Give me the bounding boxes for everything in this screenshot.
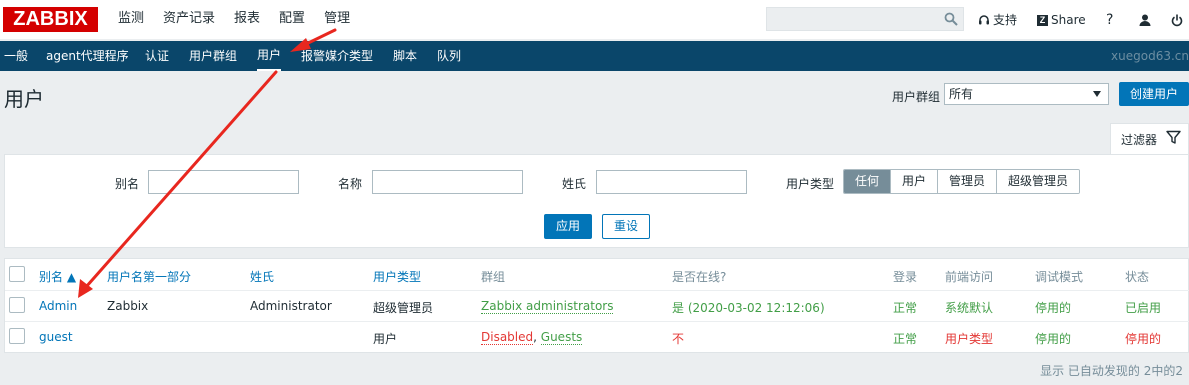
filter-tab-label: 过滤器 bbox=[1121, 133, 1158, 147]
user-type: 超级管理员 bbox=[373, 301, 434, 315]
group-link-disabled[interactable]: Disabled bbox=[481, 330, 534, 345]
sub-nav-item-queue[interactable]: 队列 bbox=[437, 41, 461, 71]
alias-input[interactable] bbox=[148, 170, 299, 194]
share-label: Share bbox=[1051, 13, 1086, 27]
debug-mode: 停用的 bbox=[1035, 301, 1072, 315]
select-all-checkbox[interactable] bbox=[9, 266, 25, 282]
surname-label: 姓氏 bbox=[562, 177, 587, 191]
frontend-access: 用户类型 bbox=[945, 332, 994, 346]
login-status: 正常 bbox=[893, 301, 918, 315]
main-nav-item-monitoring[interactable]: 监测 bbox=[112, 0, 150, 40]
logout-button[interactable] bbox=[1171, 0, 1183, 40]
column-header-surname[interactable]: 姓氏 bbox=[250, 268, 274, 285]
server-name: xuegod63.cn bbox=[1111, 49, 1189, 63]
login-status: 正常 bbox=[893, 332, 918, 346]
user-type-segmented-control: 任何 用户 管理员 超级管理员 bbox=[843, 169, 1081, 194]
user-type-label: 用户类型 bbox=[786, 177, 835, 191]
column-header-alias[interactable]: 别名 ▲ bbox=[39, 268, 76, 285]
power-icon bbox=[1171, 14, 1183, 26]
profile-button[interactable] bbox=[1139, 0, 1151, 40]
group-link[interactable]: Zabbix administrators bbox=[481, 299, 614, 314]
column-header-online: 是否在线? bbox=[672, 270, 727, 284]
group-link-guests[interactable]: Guests bbox=[540, 330, 583, 345]
frontend-access: 系统默认 bbox=[945, 301, 994, 315]
main-nav-item-inventory[interactable]: 资产记录 bbox=[157, 0, 221, 40]
name-label: 名称 bbox=[338, 177, 363, 191]
apply-button[interactable]: 应用 bbox=[544, 214, 592, 239]
table-footer-count: 显示 已自动发现的 2中的2 bbox=[1040, 364, 1183, 378]
user-group-select-value: 所有 bbox=[949, 87, 974, 101]
sub-nav: 一般 agent代理程序 认证 用户群组 用户 报警媒介类型 脚本 队列 xue… bbox=[0, 41, 1189, 71]
main-nav-item-configuration[interactable]: 配置 bbox=[273, 0, 311, 40]
online-status: 不 bbox=[672, 332, 685, 346]
row-checkbox[interactable] bbox=[9, 297, 25, 313]
filter-tab[interactable]: 过滤器 bbox=[1110, 123, 1189, 154]
support-link[interactable]: 支持 bbox=[978, 0, 1017, 40]
user-name: Zabbix bbox=[107, 299, 149, 313]
groups-cell: Disabled, Guests bbox=[481, 330, 583, 345]
user-type-option-user[interactable]: 用户 bbox=[890, 170, 938, 193]
support-label: 支持 bbox=[993, 13, 1018, 27]
status-toggle[interactable]: 停用的 bbox=[1125, 330, 1161, 347]
row-divider bbox=[5, 321, 1189, 322]
create-user-button[interactable]: 创建用户 bbox=[1119, 82, 1189, 106]
user-group-filter-label: 用户群组 bbox=[892, 90, 941, 104]
user-alias-link[interactable]: Admin bbox=[39, 299, 77, 313]
user-group-select[interactable]: 所有 bbox=[944, 83, 1109, 105]
help-button[interactable]: ? bbox=[1106, 0, 1113, 40]
online-status: 是 (2020-03-02 12:12:06) bbox=[672, 301, 825, 315]
share-icon: Z bbox=[1037, 14, 1048, 26]
reset-button[interactable]: 重设 bbox=[602, 214, 650, 239]
dropdown-arrow-icon bbox=[1093, 91, 1101, 97]
sub-nav-item-authentication[interactable]: 认证 bbox=[145, 41, 169, 71]
main-nav-item-reports[interactable]: 报表 bbox=[228, 0, 266, 40]
sub-nav-item-media-types[interactable]: 报警媒介类型 bbox=[301, 41, 373, 71]
user-type-option-admin[interactable]: 管理员 bbox=[937, 170, 997, 193]
search-input[interactable] bbox=[766, 7, 964, 31]
row-divider bbox=[5, 290, 1189, 291]
top-bar: ZABBIX 监测 资产记录 报表 配置 管理 支持 Z Share ? bbox=[0, 0, 1189, 40]
main-nav: 监测 资产记录 报表 配置 管理 bbox=[112, 0, 363, 40]
column-header-debug-mode: 调试模式 bbox=[1035, 270, 1084, 284]
user-surname: Administrator bbox=[250, 299, 332, 313]
column-header-name[interactable]: 用户名第一部分 bbox=[107, 268, 191, 285]
debug-mode: 停用的 bbox=[1035, 332, 1072, 346]
user-type-option-any[interactable]: 任何 bbox=[844, 170, 891, 193]
sub-nav-item-users[interactable]: 用户 bbox=[257, 41, 282, 71]
user-icon bbox=[1139, 14, 1151, 26]
column-header-login: 登录 bbox=[893, 270, 918, 284]
user-type-option-super-admin[interactable]: 超级管理员 bbox=[996, 170, 1080, 193]
user-alias-link[interactable]: guest bbox=[39, 330, 73, 344]
headset-icon bbox=[979, 15, 989, 25]
zabbix-logo[interactable]: ZABBIX bbox=[3, 7, 98, 32]
share-link[interactable]: Z Share bbox=[1037, 0, 1086, 40]
sub-nav-item-scripts[interactable]: 脚本 bbox=[393, 41, 417, 71]
column-header-user-type[interactable]: 用户类型 bbox=[373, 268, 421, 285]
column-header-status: 状态 bbox=[1125, 270, 1150, 284]
funnel-icon bbox=[1166, 130, 1181, 144]
alias-label: 别名 bbox=[115, 177, 140, 191]
group-separator: , bbox=[533, 330, 541, 344]
name-input[interactable] bbox=[372, 170, 523, 194]
sub-nav-item-user-groups[interactable]: 用户群组 bbox=[189, 41, 237, 71]
column-header-groups: 群组 bbox=[481, 270, 506, 284]
sub-nav-item-general[interactable]: 一般 bbox=[4, 41, 28, 71]
sub-nav-item-proxies[interactable]: agent代理程序 bbox=[46, 41, 129, 71]
main-nav-item-administration[interactable]: 管理 bbox=[318, 0, 356, 40]
status-toggle[interactable]: 已启用 bbox=[1125, 299, 1161, 316]
search-icon[interactable] bbox=[944, 12, 958, 26]
surname-input[interactable] bbox=[596, 170, 747, 194]
row-checkbox[interactable] bbox=[9, 328, 25, 344]
page-title: 用户 bbox=[4, 87, 44, 111]
user-type: 用户 bbox=[373, 332, 398, 346]
column-header-frontend-access: 前端访问 bbox=[945, 270, 994, 284]
